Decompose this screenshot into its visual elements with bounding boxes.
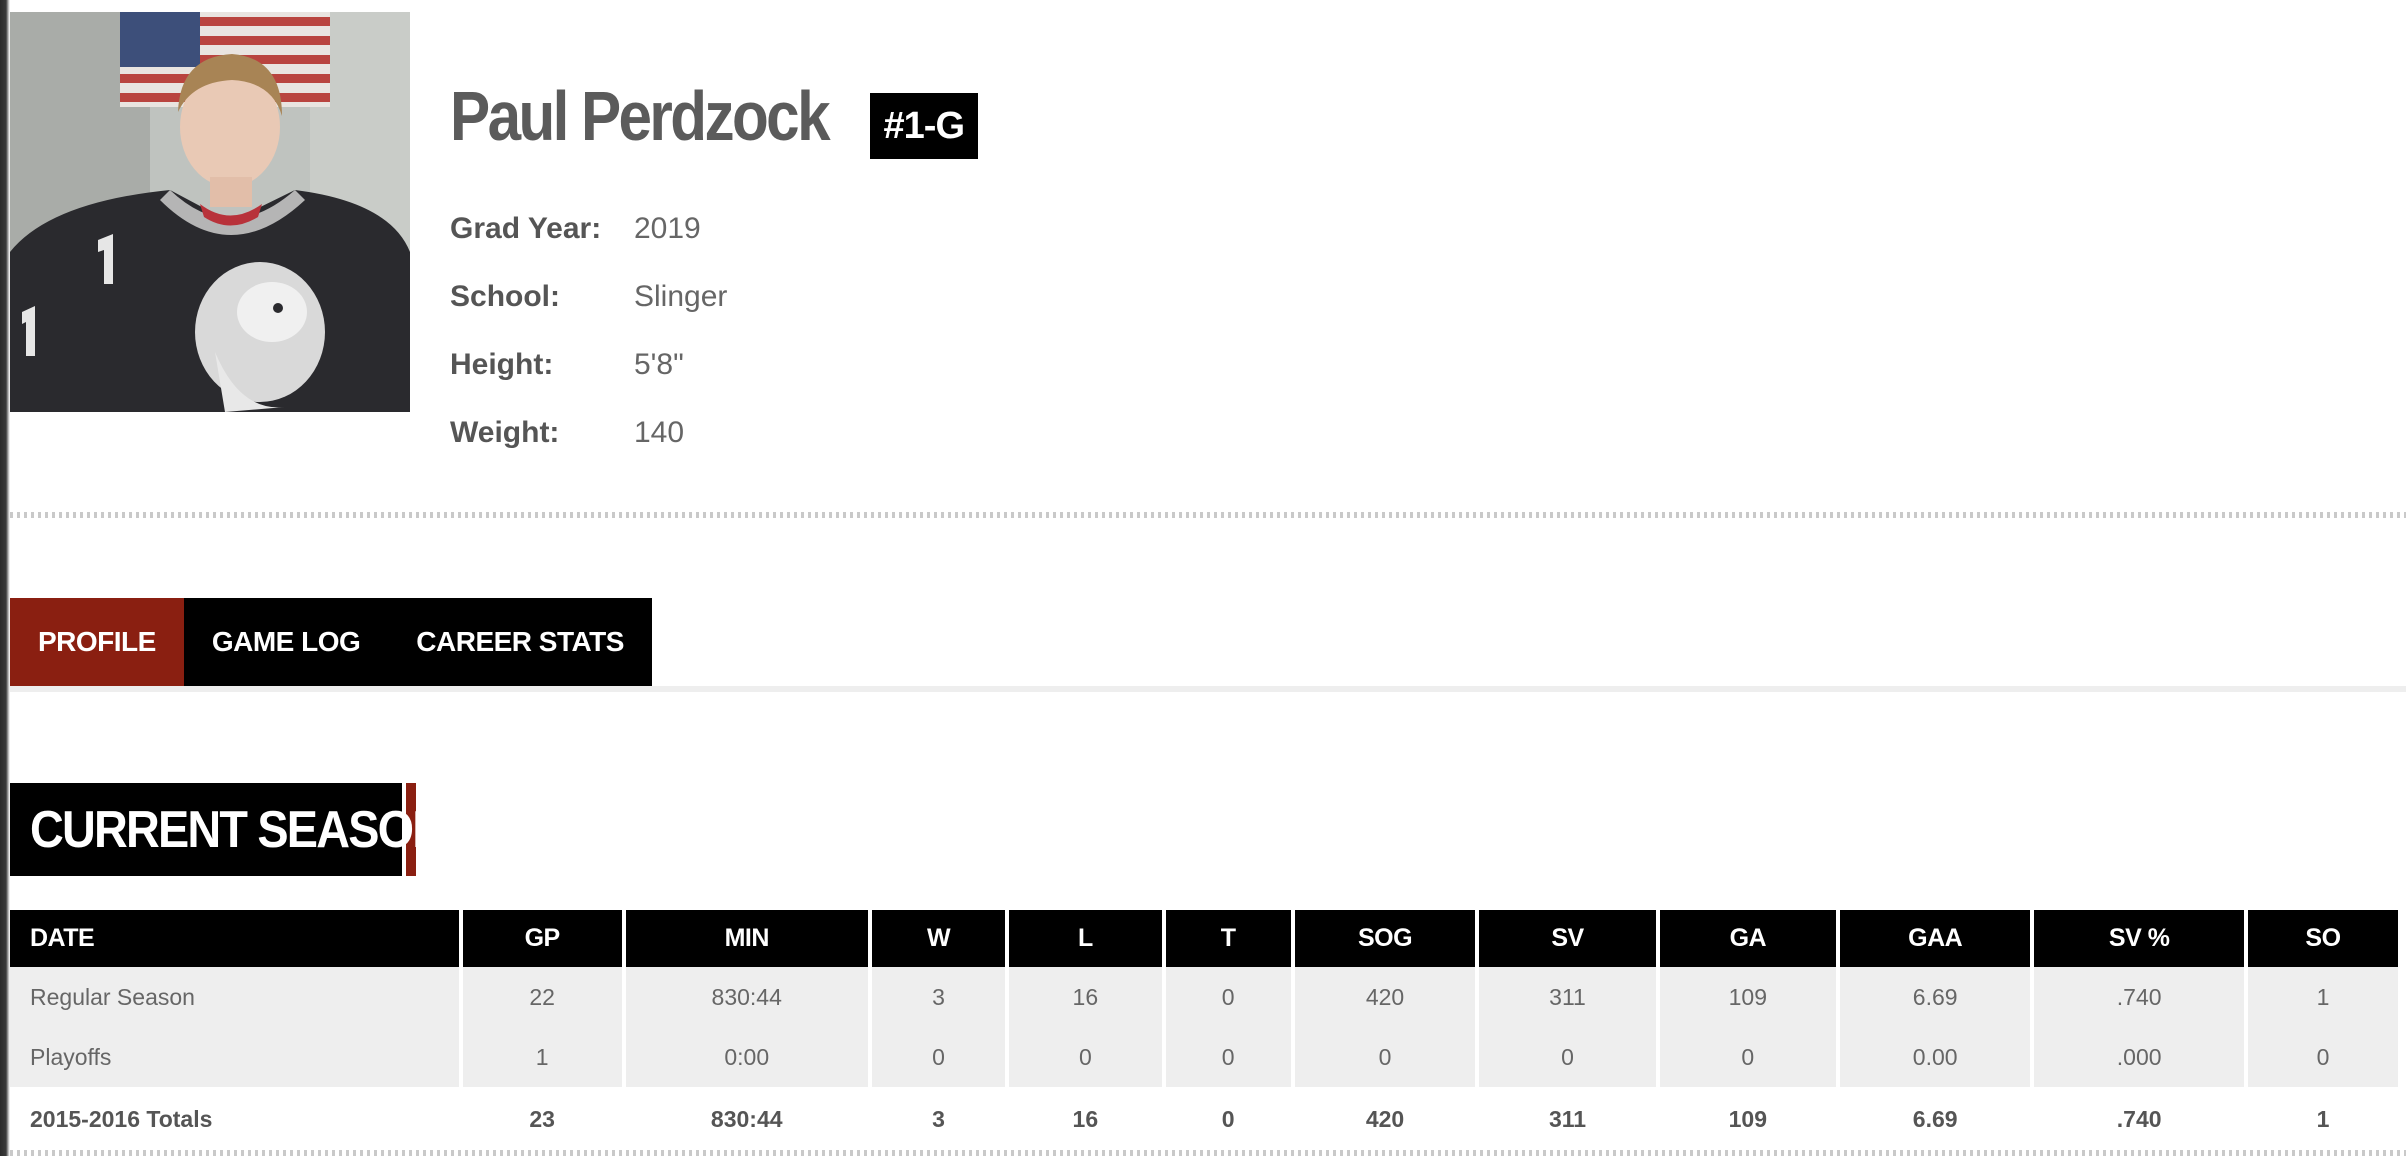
- player-profile-page: Paul Perdzock #1-G Grad Year: 2019 Schoo…: [0, 0, 2406, 1156]
- season-stats-table: DATE GP MIN W L T SOG SV GA GAA SV % SO …: [6, 910, 2402, 1151]
- table-cell: 0: [1294, 1027, 1476, 1087]
- tab-career-stats[interactable]: CAREER STATS: [388, 598, 652, 686]
- column-header: DATE: [10, 910, 459, 967]
- info-row-height: Height: 5'8": [450, 331, 727, 399]
- table-cell: Regular Season: [10, 967, 459, 1027]
- table-bottom-divider: [10, 1150, 2406, 1156]
- table-cell: 0: [1659, 1027, 1836, 1087]
- section-title: CURRENT SEASON: [30, 800, 446, 859]
- info-value: 2019: [634, 212, 701, 245]
- info-value: 5'8": [634, 348, 684, 381]
- tabs-underline: [10, 686, 2406, 692]
- table-cell: 0.00: [1839, 1027, 2031, 1087]
- table-cell: 109: [1659, 1087, 1836, 1151]
- info-row-grad-year: Grad Year: 2019: [450, 195, 727, 263]
- table-cell: 0: [1479, 1027, 1656, 1087]
- player-photo: [10, 12, 410, 412]
- info-row-weight: Weight: 140: [450, 399, 727, 467]
- heading-accent-gap: [402, 783, 406, 876]
- column-header: SOG: [1294, 910, 1476, 967]
- table-cell: 0: [871, 1027, 1006, 1087]
- profile-tabs: PROFILE GAME LOG CAREER STATS: [10, 598, 652, 686]
- table-header-row: DATE GP MIN W L T SOG SV GA GAA SV % SO: [10, 910, 2398, 967]
- column-header: W: [871, 910, 1006, 967]
- table-cell: 311: [1479, 967, 1656, 1027]
- player-name: Paul Perdzock: [450, 77, 831, 155]
- column-header: L: [1009, 910, 1162, 967]
- table-cell: 0:00: [625, 1027, 868, 1087]
- info-row-school: School: Slinger: [450, 263, 727, 331]
- info-label: Grad Year:: [450, 212, 602, 245]
- column-header: SO: [2247, 910, 2398, 967]
- totals-row: 2015-2016 Totals 23 830:44 3 16 0 420 31…: [10, 1087, 2398, 1151]
- section-heading: CURRENT SEASON: [10, 783, 446, 876]
- info-label: Weight:: [450, 416, 560, 449]
- table-cell: 0: [1165, 967, 1291, 1027]
- table-cell: 0: [1009, 1027, 1162, 1087]
- table-cell: 23: [462, 1087, 622, 1151]
- jersey-number-badge: #1-G: [869, 93, 978, 159]
- player-heading: Paul Perdzock #1-G: [450, 76, 978, 159]
- table-cell: .000: [2034, 1027, 2244, 1087]
- table-cell: 16: [1009, 967, 1162, 1027]
- table-cell: 420: [1294, 967, 1476, 1027]
- table-cell: 22: [462, 967, 622, 1027]
- table-cell: 109: [1659, 967, 1836, 1027]
- table-cell: 1: [2247, 967, 2398, 1027]
- table-cell: 0: [1165, 1087, 1291, 1151]
- info-label: Height:: [450, 348, 554, 381]
- table-cell: 0: [1165, 1027, 1291, 1087]
- column-header: SV: [1479, 910, 1656, 967]
- table-cell: .740: [2034, 967, 2244, 1027]
- tab-profile[interactable]: PROFILE: [10, 598, 184, 686]
- player-info-list: Grad Year: 2019 School: Slinger Height: …: [450, 195, 727, 467]
- column-header: GAA: [1839, 910, 2031, 967]
- table-cell: 16: [1009, 1087, 1162, 1151]
- table-cell: 3: [871, 967, 1006, 1027]
- table-cell: 1: [462, 1027, 622, 1087]
- info-value: 140: [634, 416, 685, 449]
- table-row: Regular Season 22 830:44 3 16 0 420 311 …: [10, 967, 2398, 1027]
- table-cell: 2015-2016 Totals: [10, 1087, 459, 1151]
- info-label: School:: [450, 280, 560, 313]
- column-header: SV %: [2034, 910, 2244, 967]
- table-cell: 0: [2247, 1027, 2398, 1087]
- section-divider: [10, 512, 2406, 518]
- column-header: T: [1165, 910, 1291, 967]
- info-value: Slinger: [634, 280, 728, 313]
- column-header: GP: [462, 910, 622, 967]
- table-cell: .740: [2034, 1087, 2244, 1151]
- table-cell: 311: [1479, 1087, 1656, 1151]
- column-header: GA: [1659, 910, 1836, 967]
- table-row: Playoffs 1 0:00 0 0 0 0 0 0 0.00 .000 0: [10, 1027, 2398, 1087]
- table-cell: 420: [1294, 1087, 1476, 1151]
- table-cell: 3: [871, 1087, 1006, 1151]
- table-cell: 6.69: [1839, 1087, 2031, 1151]
- table-cell: 830:44: [625, 967, 868, 1027]
- tab-game-log[interactable]: GAME LOG: [184, 598, 388, 686]
- table-cell: Playoffs: [10, 1027, 459, 1087]
- table-cell: 6.69: [1839, 967, 2031, 1027]
- table-cell: 1: [2247, 1087, 2398, 1151]
- column-header: MIN: [625, 910, 868, 967]
- table-cell: 830:44: [625, 1087, 868, 1151]
